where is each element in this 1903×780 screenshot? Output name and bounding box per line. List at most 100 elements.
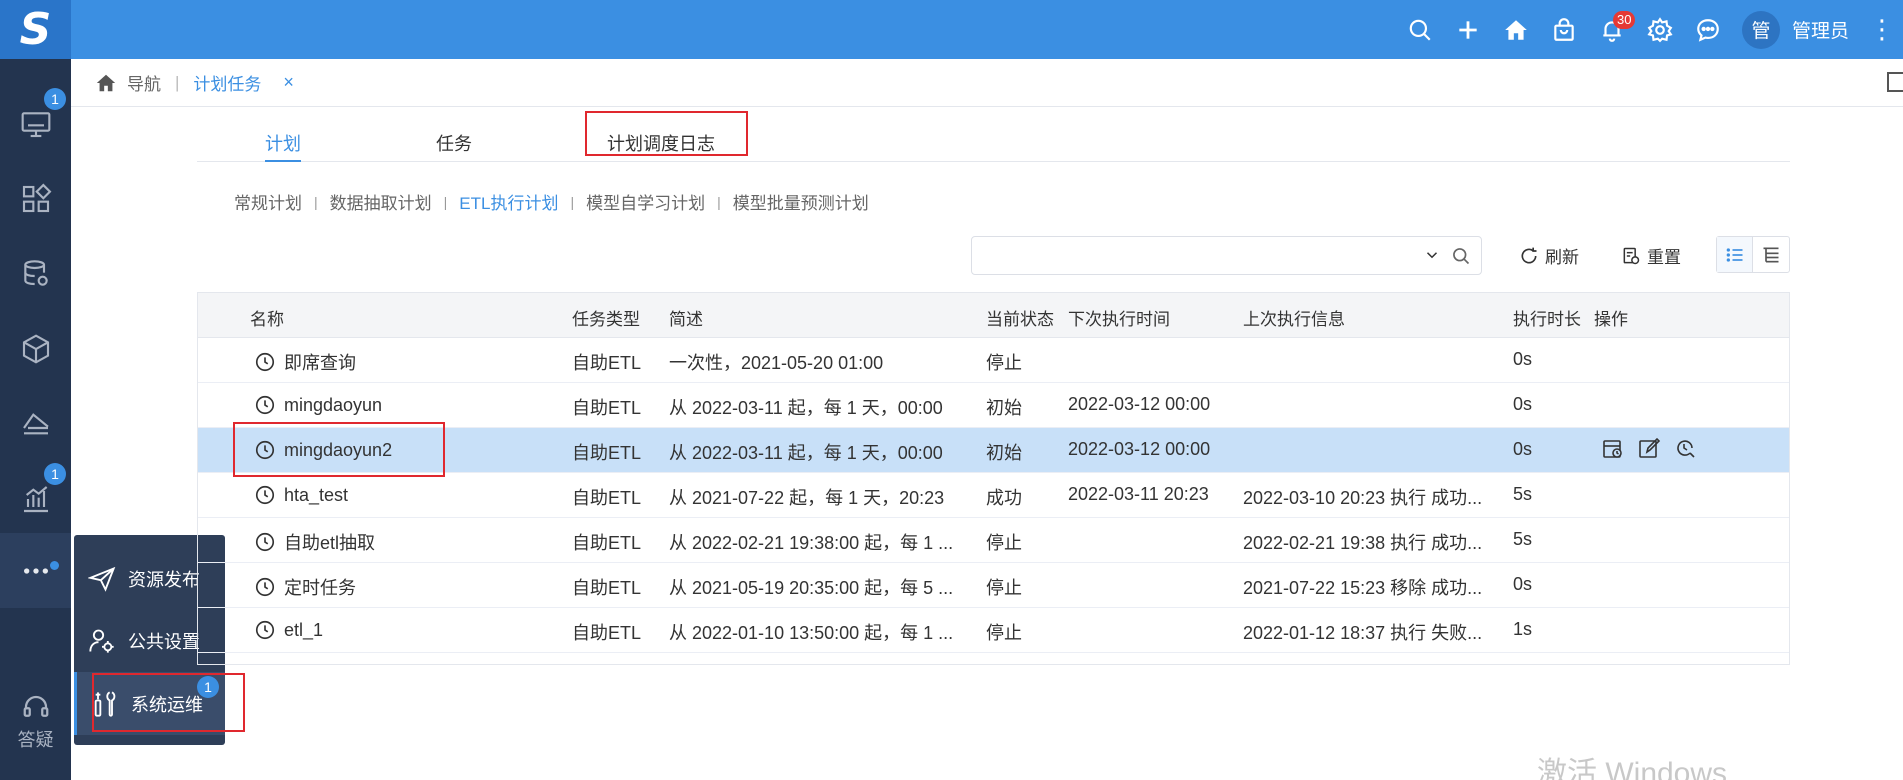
home-icon[interactable] [95, 72, 117, 94]
database-icon [23, 259, 48, 286]
column-header[interactable]: 操作 [1594, 305, 1628, 330]
help-label: 答疑 [17, 730, 54, 750]
subtab-model-batch-predict-plan[interactable]: 模型批量预测计划 [733, 189, 869, 214]
table-row[interactable]: etl_1 自助ETL 从 2022-01-10 13:50:00 起，每 1 … [198, 608, 1789, 653]
row-desc: 从 2021-07-22 起，每 1 天，20:23 [669, 488, 945, 508]
chat-icon[interactable] [1684, 0, 1732, 59]
row-status: 成功 [986, 488, 1022, 508]
plus-icon[interactable] [1444, 0, 1492, 59]
schedule-run-icon[interactable] [1601, 437, 1625, 461]
column-header[interactable]: 执行时长 [1513, 305, 1581, 330]
windows-activation-watermark: 激活 Windows [1537, 757, 1728, 780]
clock-icon [255, 485, 275, 505]
sidebar-item-more[interactable] [0, 533, 71, 608]
subtab-data-extract-plan[interactable]: 数据抽取计划 [330, 189, 432, 214]
breadcrumb-nav[interactable]: 导航 [127, 70, 161, 95]
chevron-down-icon[interactable] [1423, 246, 1441, 264]
column-header[interactable]: 简述 [669, 305, 703, 330]
subtab-separator: | [717, 193, 721, 210]
refresh-icon [1521, 247, 1537, 264]
row-name[interactable]: 自助etl抽取 [254, 529, 375, 555]
sidebar-item-cube[interactable] [0, 311, 71, 386]
table-row[interactable]: 定时任务 自助ETL 从 2021-05-19 20:35:00 起，每 5 .… [198, 563, 1789, 608]
list-view-icon [1726, 247, 1742, 262]
column-header[interactable]: 任务类型 [572, 305, 640, 330]
column-header[interactable]: 上次执行信息 [1243, 305, 1345, 330]
breadcrumb-separator: | [175, 72, 180, 92]
popup-item-label: 资源发布 [128, 569, 200, 590]
list-view-button[interactable] [1717, 237, 1754, 272]
clock-icon [255, 395, 275, 415]
sidebar-badge: 1 [44, 88, 66, 110]
sidebar-item-monitor[interactable]: 1 [0, 86, 71, 161]
bag-icon[interactable] [1540, 0, 1588, 59]
user-name[interactable]: 管理员 [1792, 16, 1849, 43]
edit-icon[interactable] [1637, 437, 1661, 461]
table-row[interactable]: hta_test 自助ETL 从 2021-07-22 起，每 1 天，20:2… [198, 473, 1789, 518]
row-name[interactable]: hta_test [254, 484, 348, 506]
sidebar-item-database[interactable] [0, 236, 71, 311]
breadcrumb-current[interactable]: 计划任务 [193, 70, 261, 95]
sidebar: 1 1 答疑 [0, 59, 71, 780]
row-name[interactable]: etl_1 [254, 619, 323, 641]
row-name-text: mingdaoyun [284, 394, 383, 415]
tab-plan[interactable]: 计划 [265, 130, 301, 162]
more-icon [23, 567, 48, 574]
row-type: 自助ETL [572, 578, 642, 598]
row-last-info: 2021-07-22 15:23 移除 成功... [1243, 578, 1483, 598]
row-desc: 从 2021-05-19 20:35:00 起，每 5 ... [669, 578, 954, 598]
clock-icon [255, 577, 275, 597]
row-duration: 0s [1513, 574, 1533, 594]
clock-icon [255, 532, 275, 552]
close-icon[interactable]: × [283, 72, 294, 93]
help-button[interactable]: 答疑 [0, 692, 71, 752]
row-status: 停止 [986, 533, 1022, 553]
subtab-etl-plan[interactable]: ETL执行计划 [459, 189, 558, 214]
tab-task[interactable]: 任务 [436, 130, 472, 162]
subtab-separator: | [570, 193, 575, 210]
row-next-time: 2022-03-12 00:00 [1068, 439, 1211, 459]
clock-icon [255, 620, 275, 640]
column-header[interactable]: 名称 [250, 305, 284, 330]
column-header[interactable]: 当前状态 [986, 305, 1054, 330]
table-header: 名称 任务类型 简述 当前状态 下次执行时间 上次执行信息 执行时长 操作 [198, 293, 1789, 338]
row-status: 停止 [986, 578, 1022, 598]
row-name[interactable]: mingdaoyun [254, 394, 382, 416]
reset-icon [1623, 247, 1640, 264]
annotation-highlight-box [585, 111, 748, 156]
search-input[interactable] [971, 236, 1482, 275]
annotation-highlight-box [233, 422, 445, 477]
plan-subtabs: 常规计划 | 数据抽取计划 | ETL执行计划 | 模型自学习计划 | 模型批量… [234, 189, 869, 214]
subtab-regular-plan[interactable]: 常规计划 [234, 189, 302, 214]
sidebar-item-analytics[interactable]: 1 [0, 461, 71, 536]
avatar[interactable]: 管 [1741, 10, 1780, 49]
dashboard-icon [22, 183, 51, 212]
send-icon [88, 566, 116, 592]
row-name[interactable]: 定时任务 [254, 574, 356, 600]
app-logo[interactable]: S [0, 0, 71, 59]
main-tabs: 计划 任务 计划调度日志 [197, 116, 1790, 162]
reset-button[interactable]: 重置 [1621, 243, 1681, 268]
logo-text: S [19, 4, 52, 55]
tree-view-button[interactable] [1753, 237, 1789, 272]
search-icon[interactable] [1396, 0, 1444, 59]
subtab-model-self-learn-plan[interactable]: 模型自学习计划 [586, 189, 705, 214]
search-icon[interactable] [1451, 246, 1471, 266]
home-icon[interactable] [1492, 0, 1540, 59]
sidebar-item-dashboard[interactable] [0, 161, 71, 236]
column-header[interactable]: 下次执行时间 [1068, 305, 1170, 330]
window-restore-icon[interactable] [1887, 72, 1903, 92]
sidebar-item-layers[interactable] [0, 386, 71, 461]
table-row[interactable]: 即席查询 自助ETL 一次性，2021-05-20 01:00 停止 0s [198, 338, 1789, 383]
table-row[interactable]: 自助etl抽取 自助ETL 从 2022-02-21 19:38:00 起，每 … [198, 518, 1789, 563]
bell-icon[interactable]: 30 [1588, 0, 1636, 59]
view-toggle [1716, 236, 1790, 273]
refresh-button[interactable]: 刷新 [1519, 243, 1579, 268]
row-desc: 从 2022-03-11 起，每 1 天，00:00 [669, 443, 943, 463]
row-name[interactable]: 即席查询 [254, 349, 356, 375]
row-desc: 从 2022-01-10 13:50:00 起，每 1 ... [669, 623, 954, 643]
settings-icon[interactable] [1636, 0, 1684, 59]
row-operations [1601, 437, 1709, 461]
kebab-menu-icon[interactable]: ⋮ [1867, 14, 1897, 45]
log-search-icon[interactable] [1673, 437, 1697, 461]
